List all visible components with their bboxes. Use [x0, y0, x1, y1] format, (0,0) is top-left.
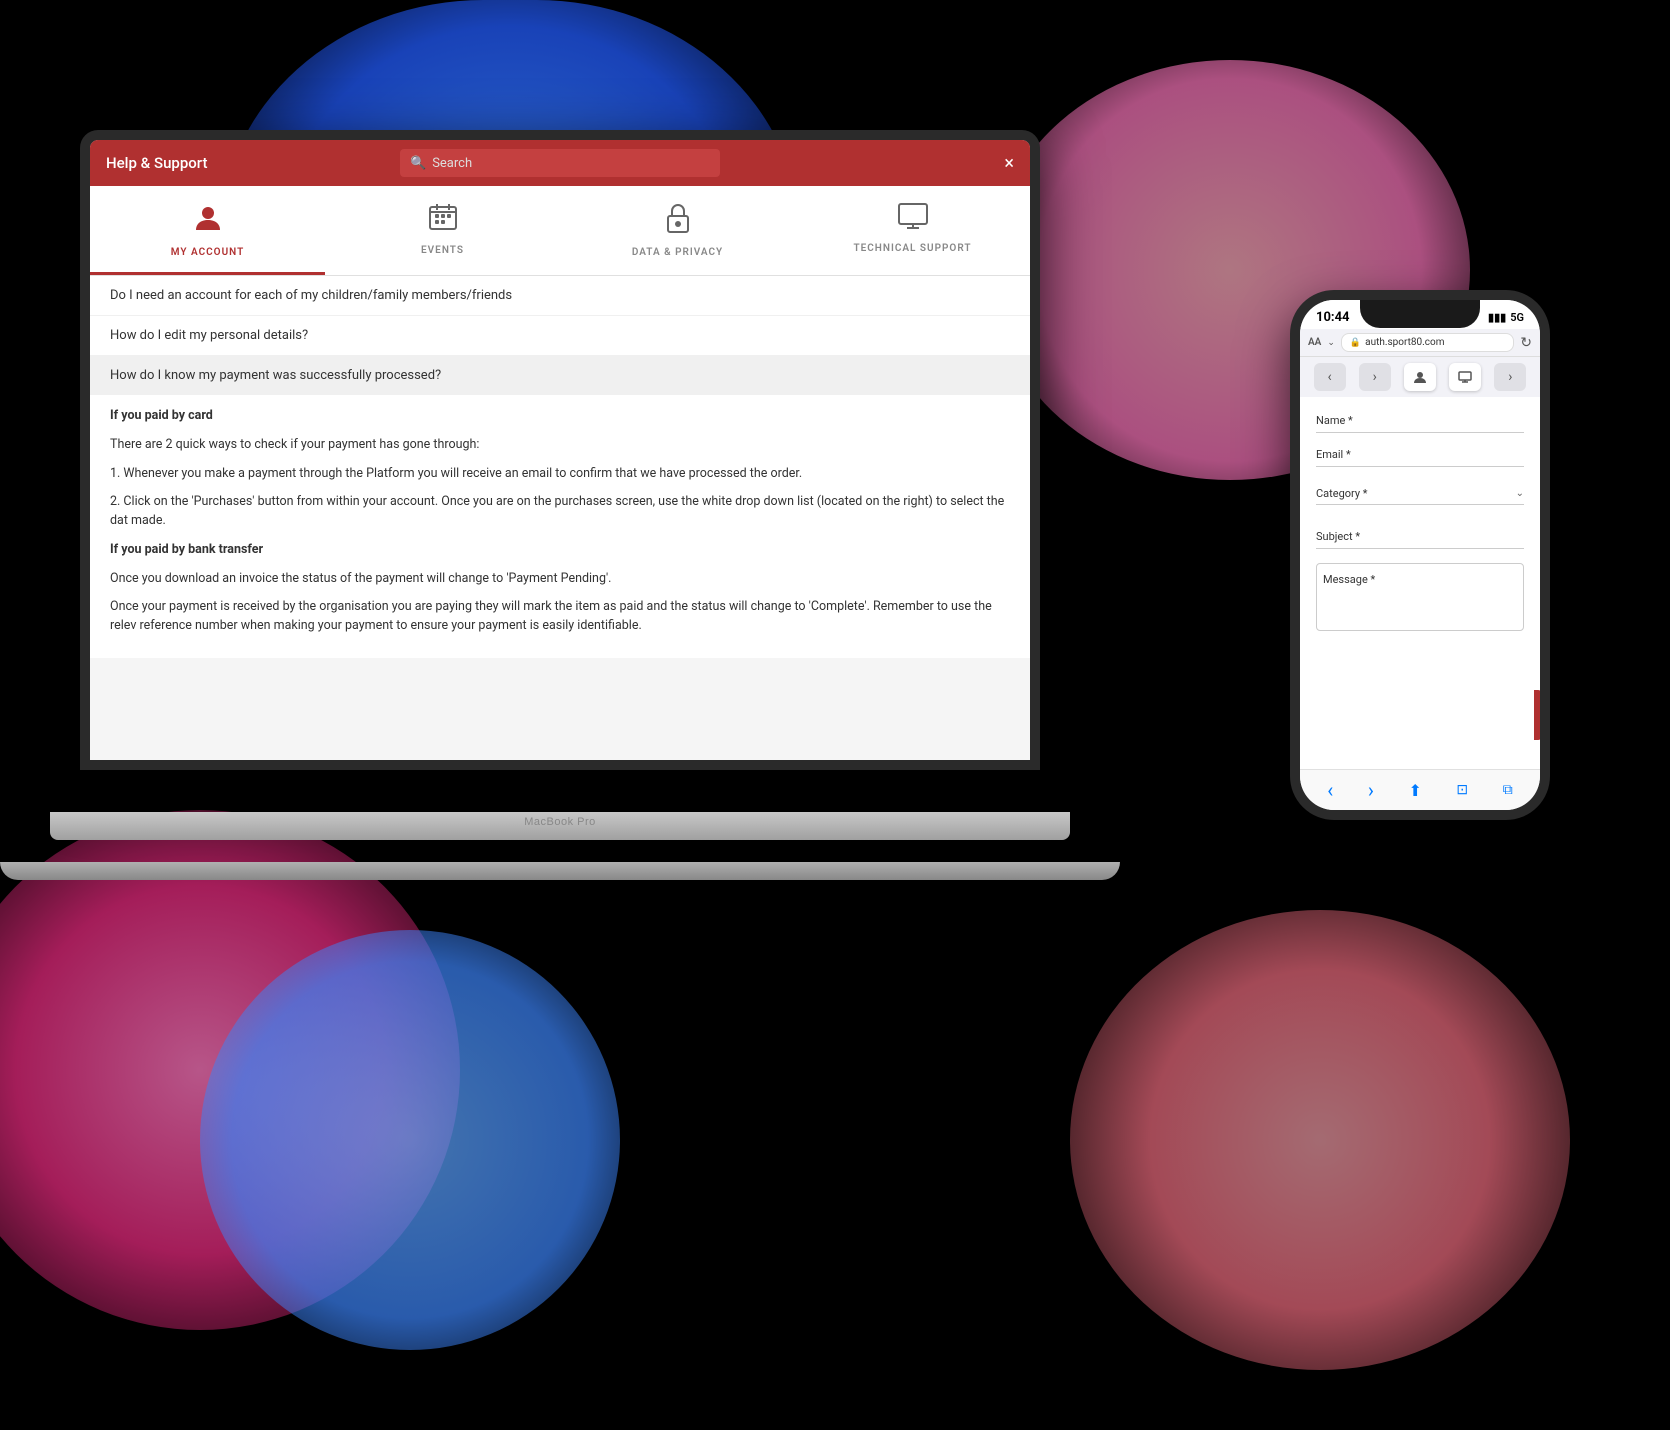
phone-tab-next[interactable]: › — [1494, 363, 1526, 391]
bg-blob-pink-bottom-right — [1070, 910, 1570, 1370]
monitor-icon — [897, 202, 929, 237]
phone-aa-label[interactable]: AA — [1308, 337, 1321, 348]
phone-notch — [1360, 300, 1480, 328]
phone-name-label: Name * — [1316, 414, 1353, 427]
bg-blob-pink-left — [0, 810, 460, 1330]
laptop-base — [0, 862, 1120, 880]
phone-outer: 10:44 ▮▮▮ 5G AA ⌄ 🔒 auth.sport80.com ↻ ‹ — [1290, 290, 1550, 820]
phone-email-field[interactable]: Email * — [1316, 443, 1524, 467]
bg-blob-blue-bottom — [200, 930, 620, 1350]
phone-bottom-bar: ‹ › ⬆ ⊡ ⧉ — [1300, 769, 1540, 810]
phone-url-text: auth.sport80.com — [1365, 337, 1444, 348]
phone-tabs-button[interactable]: ⧉ — [1503, 782, 1513, 798]
faq-content: Do I need an account for each of my chil… — [90, 276, 1030, 658]
tab-technical-support-label: TECHNICAL SUPPORT — [853, 243, 971, 254]
faq-question-1: Do I need an account for each of my chil… — [110, 288, 512, 303]
tab-my-account[interactable]: MY ACCOUNT — [90, 202, 325, 275]
app-tabs: MY ACCOUNT — [90, 186, 1030, 276]
tab-data-privacy[interactable]: DATA & PRIVACY — [560, 202, 795, 275]
tab-data-privacy-label: DATA & PRIVACY — [632, 247, 723, 258]
phone-mini-tabs: ‹ › › — [1300, 357, 1540, 397]
phone-subject-field[interactable]: Subject * — [1316, 525, 1524, 549]
phone-tab-nav-left[interactable]: ‹ — [1314, 363, 1346, 391]
search-placeholder: Search — [432, 156, 472, 171]
laptop-bottom — [50, 812, 1070, 840]
tab-my-account-label: MY ACCOUNT — [171, 247, 244, 258]
laptop-screen: Help & Support 🔍 Search × — [90, 140, 1030, 760]
close-button[interactable]: × — [1004, 153, 1014, 174]
calendar-icon — [428, 202, 458, 239]
font-size-label: ⌄ — [1327, 338, 1335, 348]
app-title: Help & Support — [106, 154, 207, 172]
tab-technical-support[interactable]: TECHNICAL SUPPORT — [795, 202, 1030, 275]
faq-body-para-5: Once your payment is received by the org… — [110, 598, 1010, 636]
faq-body-para-1: There are 2 quick ways to check if your … — [110, 436, 1010, 455]
phone-browser-bar: AA ⌄ 🔒 auth.sport80.com ↻ — [1300, 329, 1540, 357]
phone-bookmarks-button[interactable]: ⊡ — [1456, 782, 1468, 798]
search-bar[interactable]: 🔍 Search — [400, 149, 720, 177]
phone-tab-monitor[interactable] — [1449, 363, 1481, 391]
tab-events-label: EVENTS — [421, 245, 464, 256]
phone-time: 10:44 — [1316, 310, 1350, 325]
search-icon: 🔍 — [410, 156, 426, 171]
phone-signals: ▮▮▮ 5G — [1488, 311, 1524, 324]
phone-message-label: Message * — [1323, 573, 1375, 586]
phone-subject-label: Subject * — [1316, 530, 1360, 543]
tab-events[interactable]: EVENTS — [325, 202, 560, 275]
phone-category-label: Category * — [1316, 487, 1368, 500]
faq-question-2: How do I edit my personal details? — [110, 328, 308, 343]
person-icon — [192, 202, 224, 241]
phone-tab-nav-right[interactable]: › — [1359, 363, 1391, 391]
phone-message-field[interactable]: Message * — [1316, 563, 1524, 631]
faq-item-2[interactable]: How do I edit my personal details? — [90, 316, 1030, 356]
faq-body-3: If you paid by card There are 2 quick wa… — [90, 395, 1030, 658]
faq-item-3-expanded[interactable]: How do I know my payment was successfull… — [90, 356, 1030, 395]
phone-form: Name * Email * Category * ⌄ Subject * Me… — [1300, 397, 1540, 769]
laptop-screen-bezel: Help & Support 🔍 Search × — [80, 130, 1040, 770]
faq-body-para-3: 2. Click on the 'Purchases' button from … — [110, 493, 1010, 531]
phone-screen: 10:44 ▮▮▮ 5G AA ⌄ 🔒 auth.sport80.com ↻ ‹ — [1300, 300, 1540, 810]
network-type: 5G — [1510, 311, 1524, 324]
signal-bars: ▮▮▮ — [1488, 311, 1506, 324]
phone-tab-person[interactable] — [1404, 363, 1436, 391]
phone-forward-button[interactable]: › — [1368, 778, 1374, 802]
reload-button[interactable]: ↻ — [1520, 335, 1532, 351]
phone-wrapper: 10:44 ▮▮▮ 5G AA ⌄ 🔒 auth.sport80.com ↻ ‹ — [1290, 290, 1550, 820]
phone-side-button — [1534, 690, 1542, 740]
faq-body-para-4: Once you download an invoice the status … — [110, 570, 1010, 589]
category-chevron-icon: ⌄ — [1516, 488, 1524, 499]
faq-body-heading-2: If you paid by bank transfer — [110, 541, 1010, 560]
phone-url-bar[interactable]: 🔒 auth.sport80.com — [1341, 333, 1514, 352]
phone-name-field[interactable]: Name * — [1316, 409, 1524, 433]
lock-icon-small: 🔒 — [1350, 338, 1361, 348]
faq-body-para-2: 1. Whenever you make a payment through t… — [110, 465, 1010, 484]
faq-body-heading-1: If you paid by card — [110, 407, 1010, 426]
phone-email-label: Email * — [1316, 448, 1351, 461]
faq-question-3: How do I know my payment was successfull… — [90, 356, 1030, 395]
phone-category-field[interactable]: Category * ⌄ — [1316, 487, 1524, 505]
phone-back-button[interactable]: ‹ — [1327, 778, 1333, 802]
lock-icon — [665, 202, 691, 241]
faq-item-1[interactable]: Do I need an account for each of my chil… — [90, 276, 1030, 316]
phone-share-button[interactable]: ⬆ — [1408, 781, 1421, 800]
app-header: Help & Support 🔍 Search × — [90, 140, 1030, 186]
laptop-wrapper: Help & Support 🔍 Search × — [80, 130, 1060, 880]
